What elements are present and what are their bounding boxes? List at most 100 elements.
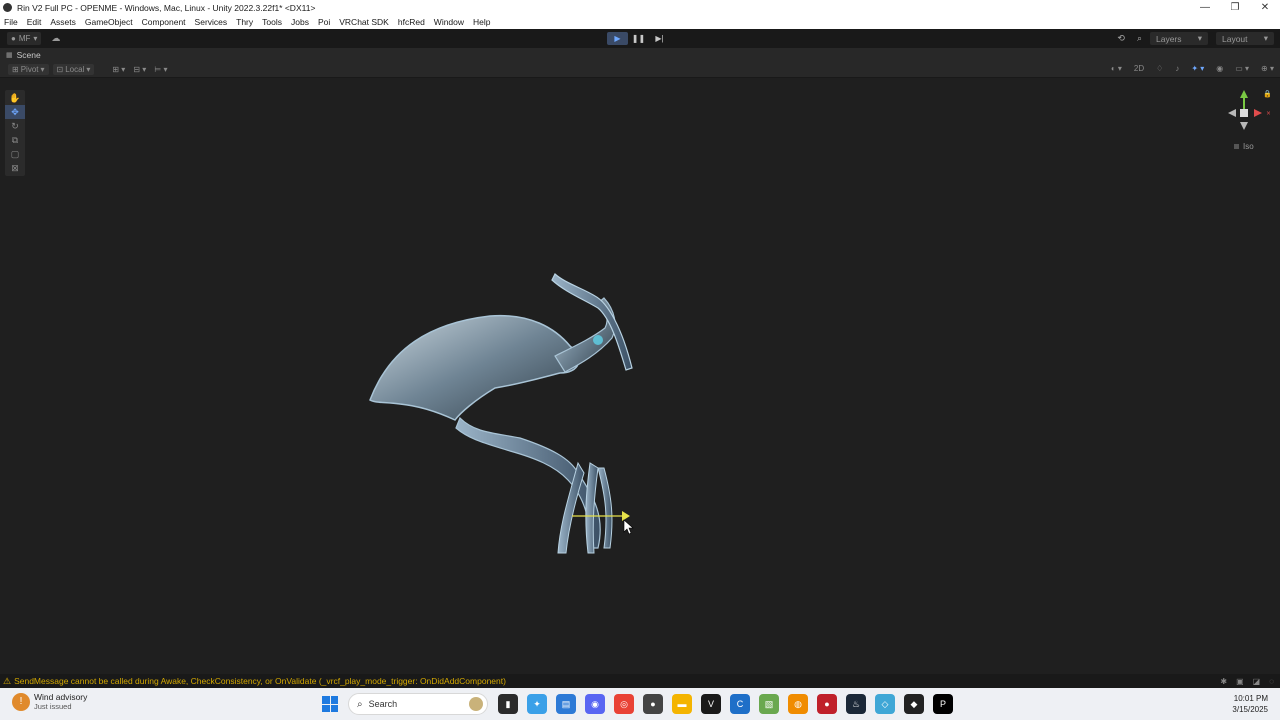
menu-component[interactable]: Component: [142, 17, 186, 27]
maximize-button[interactable]: ❐: [1220, 2, 1250, 13]
scene-viewport[interactable]: ✋ ✥ ↻ ⧉ ▢ ⊠ × 🔒 Iso: [0, 78, 1280, 674]
menu-hfcred[interactable]: hfcRed: [398, 17, 425, 27]
lighting-icon[interactable]: ♢: [1156, 64, 1163, 73]
rotate-tool-icon[interactable]: ↻: [5, 119, 25, 133]
unity-hub-icon[interactable]: ◆: [904, 694, 924, 714]
lighting-status-icon[interactable]: ◪: [1253, 677, 1261, 686]
gizmo-neg-y-cone[interactable]: [1240, 122, 1248, 130]
local-label: Local: [65, 65, 85, 74]
transform-tool-icon[interactable]: ⊠: [5, 161, 25, 175]
status-bar: ⚠ SendMessage cannot be called during Aw…: [0, 674, 1280, 688]
pause-icon: ❚❚: [631, 34, 646, 43]
weather-widget[interactable]: ! Wind advisory Just issued: [12, 692, 87, 711]
menu-jobs[interactable]: Jobs: [291, 17, 309, 27]
menu-edit[interactable]: Edit: [27, 17, 42, 27]
image-app-icon[interactable]: ▧: [759, 694, 779, 714]
pivot-label: Pivot: [20, 65, 39, 74]
gizmo-center-cube[interactable]: [1240, 109, 1248, 117]
jetbrains-icon[interactable]: P: [933, 694, 953, 714]
menu-gameobject[interactable]: GameObject: [85, 17, 133, 27]
toggle-2d-button[interactable]: 2D: [1134, 64, 1144, 73]
visibility-icon[interactable]: ◉: [1216, 64, 1223, 73]
bake-icon[interactable]: ▣: [1236, 677, 1244, 686]
scene-3d-model[interactable]: [360, 188, 650, 568]
taskbar-search[interactable]: ⌕ Search: [348, 693, 488, 715]
menu-poi[interactable]: Poi: [318, 17, 330, 27]
step-icon: ▶|: [655, 34, 664, 43]
pivot-dropdown[interactable]: ⊞ Pivot ▾: [8, 64, 49, 75]
menu-services[interactable]: Services: [195, 17, 228, 27]
orientation-gizmo[interactable]: × 🔒: [1222, 86, 1270, 136]
chrome-icon[interactable]: ◎: [614, 694, 634, 714]
local-icon: ⊡: [56, 65, 64, 74]
debug-icon[interactable]: ✱: [1220, 677, 1227, 686]
gizmo-x-marker-icon: ×: [1266, 110, 1270, 117]
file-explorer-icon[interactable]: ▬: [672, 694, 692, 714]
steam-icon[interactable]: ♨: [846, 694, 866, 714]
menu-thry[interactable]: Thry: [236, 17, 253, 27]
iso-label: Iso: [1243, 142, 1254, 151]
console-message[interactable]: SendMessage cannot be called during Awak…: [14, 676, 506, 686]
chevron-down-icon: ▾: [33, 34, 38, 43]
blender-icon[interactable]: ◍: [788, 694, 808, 714]
search-icon[interactable]: ⌕: [1137, 33, 1142, 44]
snap-increment-icon[interactable]: ⊟ ▾: [133, 65, 146, 74]
rect-tool-icon[interactable]: ▢: [5, 147, 25, 161]
github-icon[interactable]: ●: [643, 694, 663, 714]
layout-dropdown[interactable]: Layout ▾: [1216, 32, 1274, 45]
minimize-button[interactable]: —: [1190, 2, 1220, 13]
account-dropdown[interactable]: ● MF ▾: [7, 32, 42, 45]
progress-icon[interactable]: ◌: [1269, 677, 1274, 686]
discord-icon[interactable]: ◉: [585, 694, 605, 714]
hand-tool-icon[interactable]: ✋: [5, 91, 25, 105]
chevron-down-icon: ▾: [1263, 33, 1268, 43]
menu-assets[interactable]: Assets: [50, 17, 76, 27]
scale-tool-icon[interactable]: ⧉: [5, 133, 25, 147]
gizmo-y-cone[interactable]: [1240, 90, 1248, 98]
snap-settings-icon[interactable]: ⊨ ▾: [154, 65, 167, 74]
menu-file[interactable]: File: [4, 17, 18, 27]
pause-button[interactable]: ❚❚: [628, 32, 649, 45]
move-tool-icon[interactable]: ✥: [5, 105, 25, 119]
history-icon[interactable]: ⟲: [1117, 33, 1125, 44]
lock-icon[interactable]: 🔒: [1263, 90, 1270, 98]
step-button[interactable]: ▶|: [649, 32, 670, 45]
vscode-icon[interactable]: ◇: [875, 694, 895, 714]
local-dropdown[interactable]: ⊡ Local ▾: [52, 64, 95, 75]
cloud-icon[interactable]: ☁: [51, 33, 60, 44]
play-controls: ▶ ❚❚ ▶|: [607, 32, 670, 45]
iso-icon: [1234, 144, 1239, 149]
move-handle-cone[interactable]: [622, 511, 630, 521]
effects-icon[interactable]: ✦ ▾: [1191, 64, 1204, 73]
menu-vrchat-sdk[interactable]: VRChat SDK: [339, 17, 389, 27]
tab-scene-label: Scene: [16, 50, 41, 60]
task-view-icon[interactable]: ▮: [498, 694, 518, 714]
account-icon: ●: [11, 34, 16, 43]
menu-help[interactable]: Help: [473, 17, 490, 27]
gizmos-icon[interactable]: ⊕ ▾: [1261, 64, 1274, 73]
system-clock[interactable]: 10:01 PM 3/15/2025: [1232, 693, 1268, 715]
vrchat-icon[interactable]: V: [701, 694, 721, 714]
gizmo-x-cone[interactable]: [1254, 109, 1262, 117]
gizmo-neg-x-cone[interactable]: [1228, 109, 1236, 117]
grid-snap-icon[interactable]: ⊞ ▾: [112, 65, 125, 74]
model-glow: [593, 335, 603, 345]
terminal-icon[interactable]: C: [730, 694, 750, 714]
start-button[interactable]: [322, 696, 338, 712]
copilot-icon[interactable]: ✦: [527, 694, 547, 714]
model-body[interactable]: [369, 314, 580, 421]
projection-toggle[interactable]: Iso: [1234, 142, 1254, 151]
close-button[interactable]: ✕: [1250, 2, 1280, 13]
menu-window[interactable]: Window: [434, 17, 464, 27]
tab-scene[interactable]: ▦ Scene: [0, 50, 41, 60]
draw-mode-icon[interactable]: ◐ ▾: [1111, 64, 1122, 73]
menu-tools[interactable]: Tools: [262, 17, 282, 27]
menu-bar: File Edit Assets GameObject Component Se…: [0, 15, 1280, 29]
windows-logo-icon: [322, 696, 330, 704]
store-icon[interactable]: ▤: [556, 694, 576, 714]
media-app-icon[interactable]: ●: [817, 694, 837, 714]
play-button[interactable]: ▶: [607, 32, 628, 45]
camera-icon[interactable]: ▭ ▾: [1235, 64, 1249, 73]
layers-dropdown[interactable]: Layers ▾: [1150, 32, 1208, 45]
audio-icon[interactable]: ♪: [1175, 64, 1179, 73]
